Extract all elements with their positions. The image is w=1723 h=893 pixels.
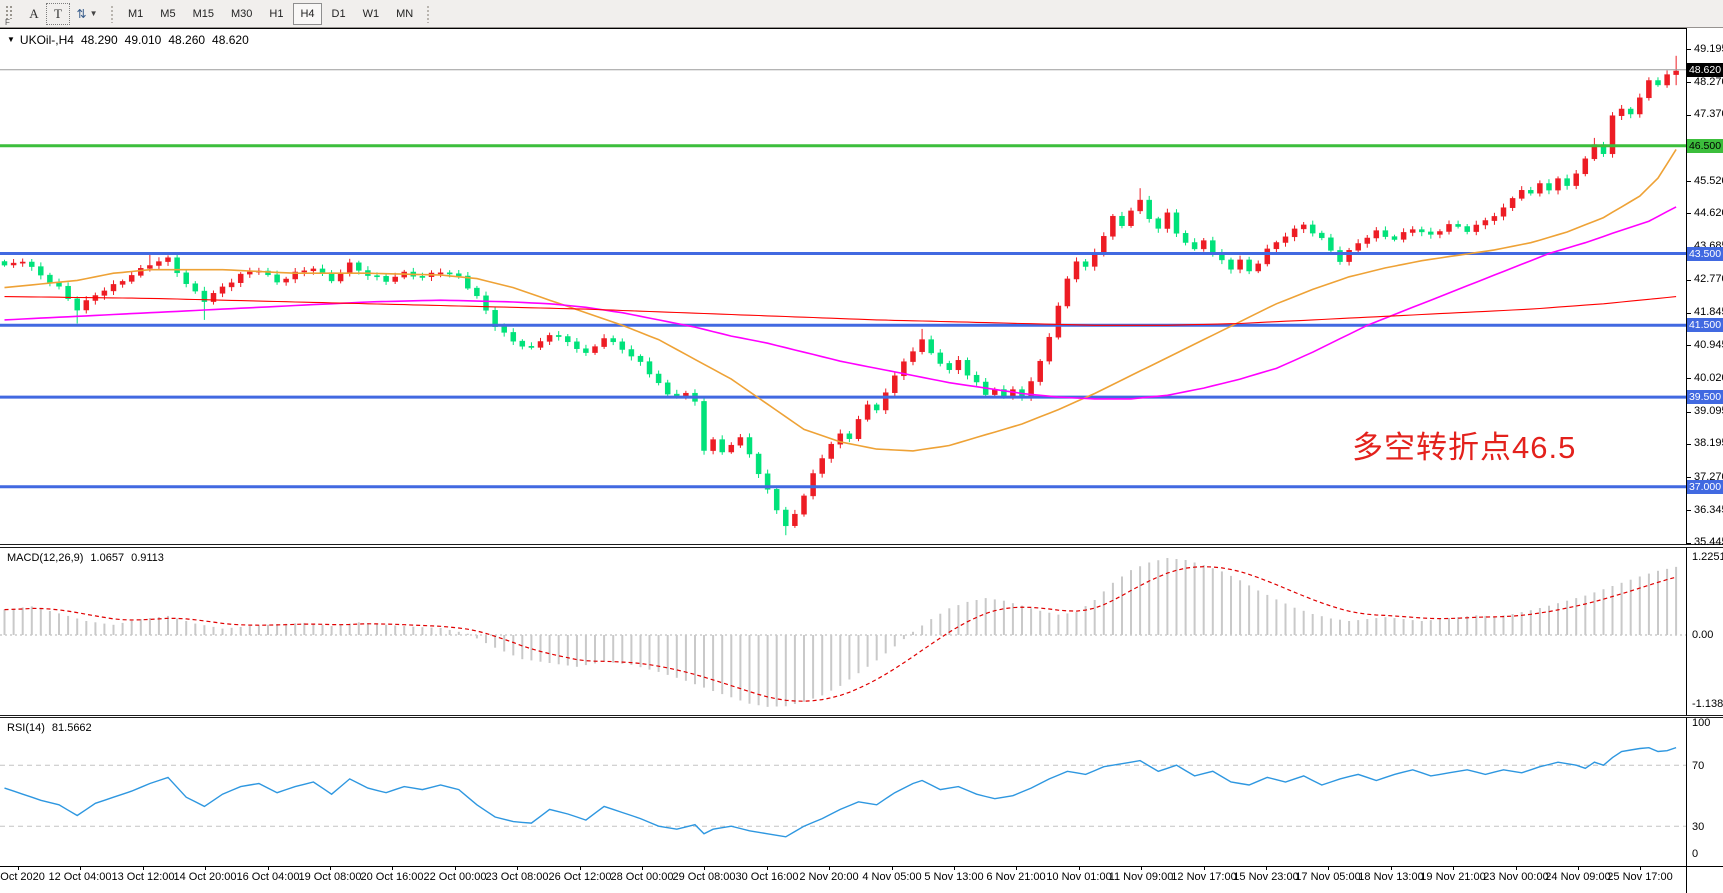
grip-dots-icon [5,5,13,19]
time-tick-label: 26 Oct 12:00 [549,871,612,883]
ma-slow-red [5,297,1677,326]
time-tick-label: 23 Oct 08:00 [486,871,549,883]
time-tick-label: 28 Oct 00:00 [611,871,674,883]
macd-panel-plot[interactable] [0,548,1686,716]
timeframe-toolbar: M1M5M15M30H1H4D1W1MN [121,3,420,25]
low-value: 48.260 [168,33,205,47]
timeframe-button-m1[interactable]: M1 [121,3,150,25]
price-axis[interactable] [1686,28,1723,866]
timeframe-button-w1[interactable]: W1 [356,3,387,25]
timeframe-button-m15[interactable]: M15 [186,3,221,25]
time-tick-label: 15 Nov 23:00 [1233,871,1298,883]
time-tick-label: 11 Nov 09:00 [1109,871,1174,883]
timeframe-button-h1[interactable]: H1 [262,3,290,25]
macd-histogram [5,558,1677,707]
macd-name: MACD(12,26,9) [7,552,83,564]
rsi-value: 81.5662 [52,722,92,734]
timeframe-button-mn[interactable]: MN [389,3,420,25]
time-tick-label: 23 Nov 00:00 [1483,871,1548,883]
time-tick-label: 19 Oct 08:00 [299,871,362,883]
time-tick-label: 6 Nov 21:00 [986,871,1045,883]
time-tick-label: 22 Oct 00:00 [424,871,487,883]
time-tick-label: 20 Oct 16:00 [361,871,424,883]
arrows-tool-button[interactable]: ⇅ ▼ [70,3,104,25]
toolbar-grip[interactable]: F [4,4,18,24]
toolbar-separator [426,5,431,23]
symbol-period-label: UKOil-,H4 [20,33,74,47]
symbol-collapse-icon: ▼ [7,35,15,44]
toolbar: F A T ⇅ ▼ M1M5M15M30H1H4D1W1MN [0,0,1723,28]
rsi-label: RSI(14) 81.5662 [7,722,92,734]
time-tick-label: 9 Oct 2020 [0,871,45,883]
time-tick-label: 2 Nov 20:00 [799,871,858,883]
annotation-text[interactable]: 多空转折点46.5 [1352,422,1576,467]
time-tick-label: 12 Oct 04:00 [49,871,112,883]
timeframe-button-m5[interactable]: M5 [153,3,182,25]
chart-top-border [0,28,1686,29]
rsi-panel-separator[interactable] [0,715,1723,718]
text-label-tool-button[interactable]: A [22,3,46,25]
time-tick-label: 18 Nov 13:00 [1358,871,1423,883]
time-tick-label: 13 Oct 12:00 [112,871,175,883]
time-tick-label: 29 Oct 08:00 [673,871,736,883]
close-value: 48.620 [212,33,249,47]
rsi-panel-plot[interactable] [0,718,1686,866]
time-tick-label: 24 Nov 09:00 [1545,871,1610,883]
time-tick-label: 5 Nov 13:00 [924,871,983,883]
high-value: 49.010 [125,33,162,47]
timeframe-button-h4[interactable]: H4 [293,3,321,25]
time-tick-label: 25 Nov 17:00 [1607,871,1672,883]
ma-fast-orange [5,149,1677,451]
rsi-name: RSI(14) [7,722,45,734]
macd-signal-value: 0.9113 [131,552,164,564]
time-tick-label: 19 Nov 21:00 [1420,871,1485,883]
main-chart-plot[interactable] [0,28,1686,546]
time-tick-label: 16 Oct 04:00 [237,871,300,883]
macd-label: MACD(12,26,9) 1.0657 0.9113 [7,552,164,564]
rsi-line [5,748,1677,837]
time-tick-label: 30 Oct 16:00 [736,871,799,883]
macd-value: 1.0657 [90,552,124,564]
time-axis[interactable]: 9 Oct 2020 12 Oct 04:0013 Oct 12:0014 Oct… [0,866,1723,893]
toolbar-separator [110,5,115,23]
ma-mid-magenta [5,207,1677,399]
text-tool-button[interactable]: T [46,3,70,25]
time-tick-label: 10 Nov 01:00 [1046,871,1111,883]
timeframe-button-d1[interactable]: D1 [325,3,353,25]
arrows-tool-icon: ⇅ [77,7,87,21]
chart-symbol-header[interactable]: ▼ UKOil-,H4 48.290 49.010 48.260 48.620 [7,33,249,47]
time-tick-label: 17 Nov 05:00 [1295,871,1360,883]
timeframe-button-m30[interactable]: M30 [224,3,259,25]
dropdown-caret-icon: ▼ [90,9,98,18]
time-tick-label: 12 Nov 17:00 [1171,871,1236,883]
time-tick-label: 4 Nov 05:00 [862,871,921,883]
macd-panel-separator[interactable] [0,544,1723,548]
grip-label: F [5,18,10,27]
time-tick-label: 14 Oct 20:00 [174,871,237,883]
open-value: 48.290 [81,33,118,47]
